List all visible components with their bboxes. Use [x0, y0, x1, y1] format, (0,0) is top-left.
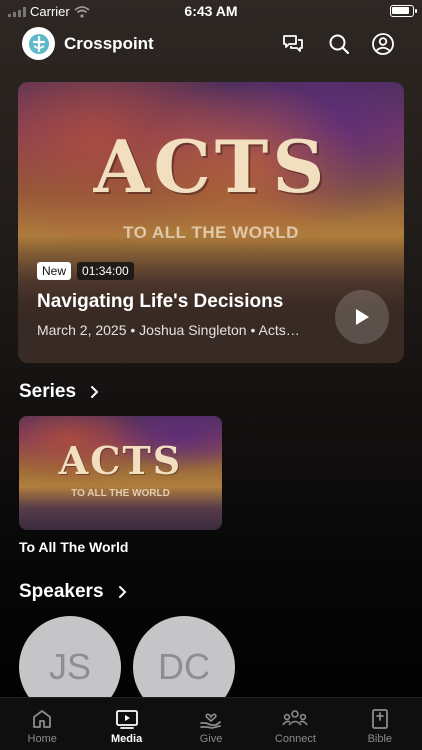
battery-level: [392, 7, 409, 14]
app-header: Crosspoint: [22, 27, 400, 61]
artwork-title: ACTS: [93, 124, 329, 209]
media-icon: [115, 710, 138, 729]
series-art-title: ACTS: [58, 438, 183, 483]
home-icon: [33, 710, 52, 728]
duration-badge: 01:34:00: [77, 262, 134, 280]
tab-bible[interactable]: Bible: [338, 698, 422, 750]
chevron-right-icon: [118, 586, 126, 598]
featured-sermon-card[interactable]: ACTS TO ALL THE WORLD New 01:34:00 Navig…: [18, 82, 404, 363]
sermon-meta: March 2, 2025 • Joshua Singleton • Acts…: [37, 322, 300, 338]
battery-icon: [390, 5, 417, 17]
play-button[interactable]: [335, 290, 389, 344]
connect-icon: [282, 710, 309, 726]
status-time: 6:43 AM: [184, 3, 238, 19]
tab-give[interactable]: Give: [169, 698, 253, 750]
profile-icon[interactable]: [371, 32, 395, 56]
speakers-heading[interactable]: Speakers: [19, 581, 127, 603]
new-badge: New: [37, 262, 72, 280]
play-icon: [356, 309, 369, 325]
tab-bar: Home Media Give Connect Bible: [0, 697, 422, 750]
series-art-subtitle: TO ALL THE WORLD: [71, 488, 170, 499]
series-card-thumbnail[interactable]: ACTS TO ALL THE WORLD: [19, 416, 222, 530]
app-title: Crosspoint: [64, 34, 154, 53]
chat-icon[interactable]: [281, 32, 305, 56]
crosspoint-logo-icon[interactable]: [22, 27, 55, 60]
status-bar: Carrier 6:43 AM: [0, 0, 422, 22]
sermon-title: Navigating Life's Decisions: [37, 291, 284, 312]
give-icon: [200, 713, 221, 729]
tab-media[interactable]: Media: [84, 698, 168, 750]
tab-home[interactable]: Home: [0, 698, 84, 750]
series-title[interactable]: To All The World: [19, 539, 128, 555]
search-icon[interactable]: [327, 32, 351, 56]
series-heading[interactable]: Series: [19, 381, 99, 403]
tab-connect[interactable]: Connect: [253, 698, 337, 750]
chevron-right-icon: [91, 386, 99, 398]
bible-icon: [371, 709, 388, 729]
